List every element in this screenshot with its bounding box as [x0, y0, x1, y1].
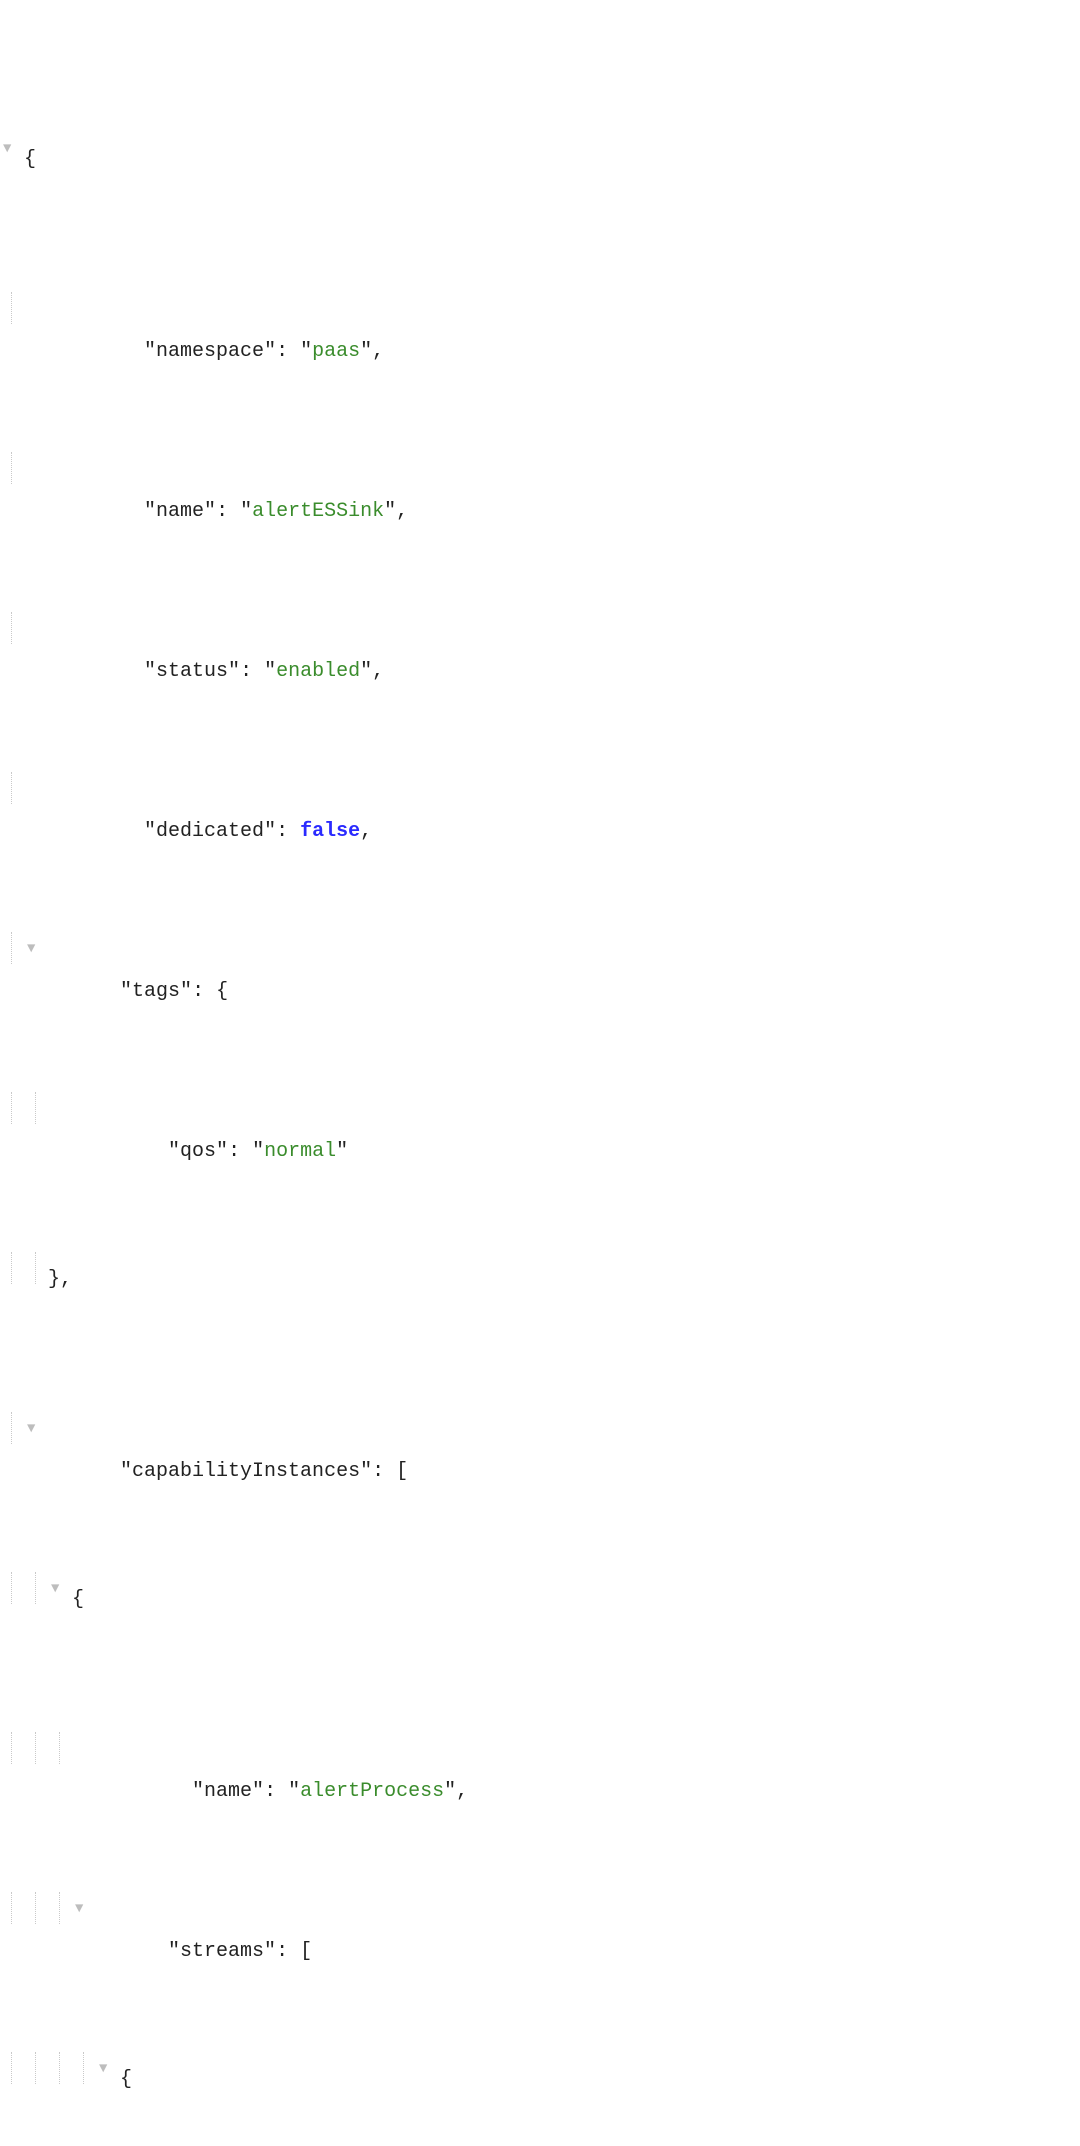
json-key: name	[204, 1780, 252, 1803]
json-line: "name": "alertESSink",	[0, 452, 1080, 484]
json-line: {	[0, 2052, 1080, 2084]
json-line: {	[0, 1572, 1080, 1604]
expand-toggle-icon[interactable]	[24, 1412, 48, 1444]
json-tree-viewer: { "namespace": "paas", "name": "alertESS…	[0, 0, 1080, 2146]
json-string: paas	[312, 340, 360, 363]
json-line: "tags": {	[0, 932, 1080, 964]
brace-close: },	[48, 1268, 72, 1291]
json-line: "status": "enabled",	[0, 612, 1080, 644]
json-boolean: false	[300, 820, 360, 843]
json-string: enabled	[276, 660, 360, 683]
json-key: name	[156, 500, 204, 523]
json-key: streams	[180, 1940, 264, 1963]
json-line: "streams": [	[0, 1892, 1080, 1924]
json-key: status	[156, 660, 228, 683]
json-line: "name": "alertProcess",	[0, 1732, 1080, 1764]
json-line: "qos": "normal"	[0, 1092, 1080, 1124]
expand-toggle-icon[interactable]	[24, 932, 48, 964]
json-string: alertProcess	[300, 1780, 444, 1803]
json-key: capabilityInstances	[132, 1460, 360, 1483]
json-string: alertESSink	[252, 500, 384, 523]
json-string: normal	[264, 1140, 336, 1163]
expand-toggle-icon[interactable]	[96, 2052, 120, 2084]
json-line: {	[0, 132, 1080, 164]
json-line: "capabilityInstances": [	[0, 1412, 1080, 1444]
json-key: tags	[132, 980, 180, 1003]
expand-toggle-icon[interactable]	[72, 1892, 96, 1924]
json-line: },	[0, 1252, 1080, 1284]
expand-toggle-icon[interactable]	[0, 132, 24, 164]
json-line: "namespace": "paas",	[0, 292, 1080, 324]
json-line: "dedicated": false,	[0, 772, 1080, 804]
json-key: namespace	[156, 340, 264, 363]
expand-toggle-icon[interactable]	[48, 1572, 72, 1604]
json-key: dedicated	[156, 820, 264, 843]
json-key: qos	[180, 1140, 216, 1163]
brace-open: {	[24, 148, 36, 171]
